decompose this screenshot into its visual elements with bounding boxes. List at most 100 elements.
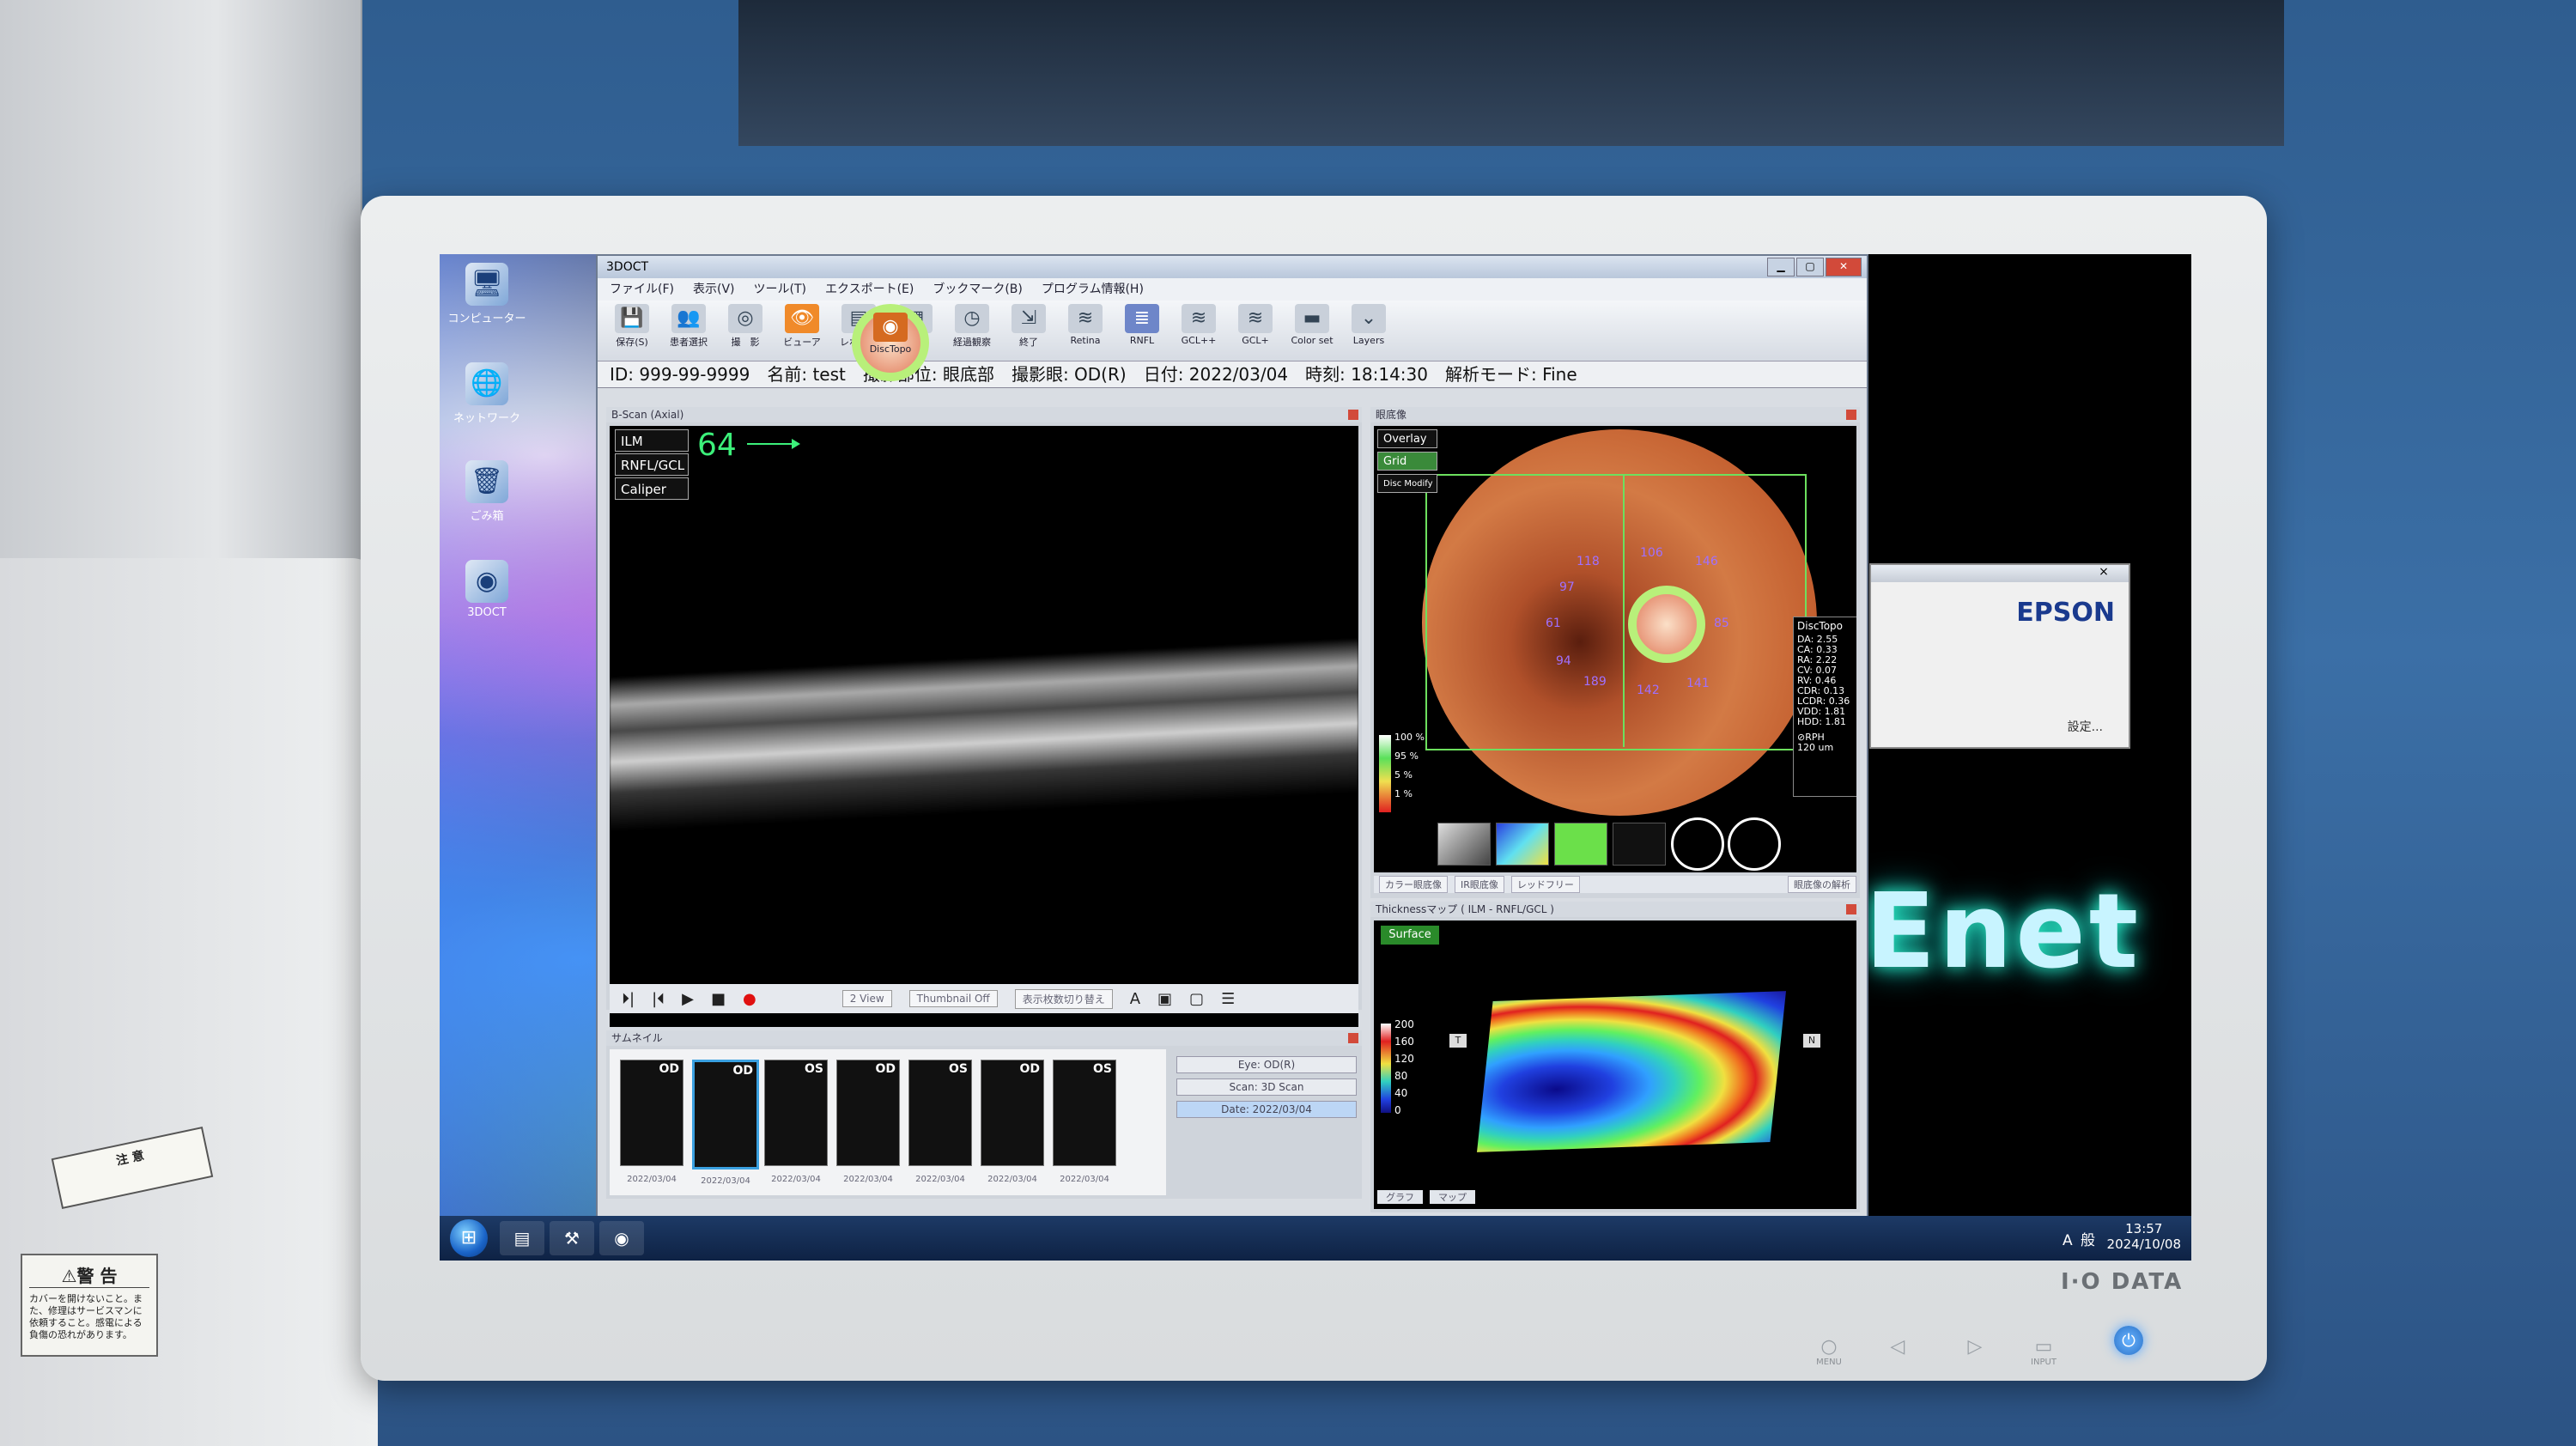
- thumbnail-title: サムネイル: [606, 1030, 1362, 1046]
- epson-close-button[interactable]: ×: [2091, 565, 2117, 580]
- retina-icon: ≋: [1068, 304, 1103, 333]
- mini-map-thumbnail[interactable]: [1496, 823, 1549, 866]
- tool-retina[interactable]: ≋ Retina: [1060, 304, 1111, 357]
- grid-button[interactable]: Grid: [1377, 452, 1437, 471]
- taskbar-explorer[interactable]: ▤: [500, 1221, 544, 1255]
- step-back-icon[interactable]: |⏴: [652, 990, 665, 1008]
- disc-modify-button[interactable]: Disc Modify: [1377, 474, 1437, 493]
- mini-circle-thumbnail[interactable]: [1613, 823, 1666, 866]
- tool-disctopo[interactable]: ◉ DiscTopo: [852, 304, 929, 381]
- mini-green-thumbnail[interactable]: [1554, 823, 1607, 866]
- menu-tools[interactable]: ツール(T): [754, 278, 806, 301]
- sector-value: 106: [1640, 546, 1663, 560]
- thickness-3d-map[interactable]: Surface T N 200 160 120 80 40 0 グラフ マップ: [1374, 920, 1856, 1209]
- patients-icon: 👥: [671, 304, 706, 333]
- monitor-brand: I·O DATA: [2061, 1269, 2184, 1295]
- left-button[interactable]: ◁: [1872, 1336, 1923, 1358]
- input-button[interactable]: ▭ INPUT: [2018, 1336, 2069, 1367]
- close-button[interactable]: ✕: [1826, 258, 1862, 276]
- wallpaper-logo: Enet: [1865, 872, 2142, 992]
- tab-red-free[interactable]: レッドフリー: [1510, 876, 1580, 893]
- tab-color-fundus[interactable]: カラー眼底像: [1379, 876, 1448, 893]
- frame2-icon[interactable]: ▢: [1189, 990, 1204, 1008]
- taskbar-3doct[interactable]: ◉: [599, 1221, 644, 1255]
- overlay-button[interactable]: Overlay: [1377, 429, 1437, 448]
- tab-graph[interactable]: グラフ: [1377, 1190, 1423, 1204]
- scale-value: 200: [1394, 1018, 1414, 1030]
- warning-title: ⚠警 告: [29, 1262, 149, 1288]
- system-tray[interactable]: A 般: [2063, 1228, 2097, 1249]
- display-count-select[interactable]: 表示枚数切り替え: [1014, 988, 1113, 1009]
- minimize-button[interactable]: ▁: [1767, 258, 1795, 276]
- thickness-pane: Thicknessマップ ( ILM - RNFL/GCL ) Surface …: [1370, 902, 1860, 1212]
- thumbnail-item[interactable]: OD 2022/03/04: [836, 1060, 900, 1184]
- tool-gclp[interactable]: ≋ GCL+: [1230, 304, 1281, 357]
- tool-save[interactable]: 💾 保存(S): [606, 304, 658, 357]
- menu-view[interactable]: 表示(V): [693, 278, 735, 301]
- maximize-button[interactable]: ▢: [1796, 258, 1824, 276]
- frame-icon[interactable]: ▣: [1157, 990, 1172, 1008]
- thumbnail-item[interactable]: OS 2022/03/04: [764, 1060, 828, 1184]
- tool-rnfl[interactable]: ≣ RNFL: [1116, 304, 1168, 357]
- tool-capture[interactable]: ◎ 撮 影: [720, 304, 771, 357]
- menu-export[interactable]: エクスポート(E): [825, 278, 914, 301]
- bscan-close-icon[interactable]: [1348, 410, 1358, 420]
- app-window-3doct: 3DOCT ▁ ▢ ✕ ファイル(F) 表示(V) ツール(T) エクスポート(…: [596, 254, 1868, 1219]
- two-view-button[interactable]: 2 View: [841, 990, 892, 1007]
- tab-map[interactable]: マップ: [1430, 1190, 1475, 1204]
- toolbar: 💾保存(S) 👥患者選択 ◎撮 影 👁ビューア ▤レポート ▦比較 ◷経過観察 …: [598, 301, 1867, 381]
- tool-patient-select[interactable]: 👥 患者選択: [663, 304, 714, 357]
- start-button[interactable]: ⊞: [450, 1219, 488, 1257]
- right-button[interactable]: ▷: [1949, 1336, 2001, 1358]
- menu-button[interactable]: ○ MENU: [1803, 1336, 1855, 1367]
- tab-fundus-analysis[interactable]: 眼底像の解析: [1788, 876, 1856, 893]
- tool-gclpp[interactable]: ≋ GCL++: [1173, 304, 1224, 357]
- tab-ir-fundus[interactable]: IR眼底像: [1455, 876, 1504, 893]
- mini-cross-thumbnail[interactable]: [1671, 817, 1724, 871]
- menu-program-info[interactable]: プログラム情報(H): [1042, 278, 1144, 301]
- scale-value: 0: [1394, 1104, 1401, 1116]
- desktop-icon-computer[interactable]: 🖥 コンピューター: [440, 263, 534, 325]
- layer-ilm-button[interactable]: ILM: [615, 429, 689, 452]
- mini-ir-thumbnail[interactable]: [1437, 823, 1491, 866]
- tool-viewer[interactable]: 👁 ビューア: [776, 304, 828, 357]
- thumbnail-item[interactable]: OD 2022/03/04: [981, 1060, 1044, 1184]
- 3doct-icon: ◉: [465, 560, 508, 603]
- thumbnail-item[interactable]: OS 2022/03/04: [1053, 1060, 1116, 1184]
- mini-radial-thumbnail[interactable]: [1728, 817, 1781, 871]
- tool-colorset[interactable]: ▬ Color set: [1286, 304, 1338, 357]
- fundus-image[interactable]: 118 106 146 97 61 85 94 189 142 141 Over…: [1374, 426, 1856, 872]
- play-icon[interactable]: ▶: [682, 990, 694, 1008]
- desktop-icon-recycle[interactable]: 🗑 ごみ箱: [440, 460, 534, 523]
- stop-icon[interactable]: ■: [711, 990, 726, 1008]
- thumbnail-off-button[interactable]: Thumbnail Off: [908, 990, 998, 1007]
- tool-layers[interactable]: ⌄ Layers: [1343, 304, 1394, 357]
- scan-grid-line: [1623, 474, 1625, 747]
- epson-settings-link[interactable]: 設定...: [2068, 718, 2103, 735]
- menu-bookmark[interactable]: ブックマーク(B): [933, 278, 1023, 301]
- font-icon[interactable]: A: [1130, 990, 1140, 1008]
- thumbnail-item[interactable]: OD 2022/03/04: [620, 1060, 683, 1184]
- tool-exit[interactable]: ⇲ 終了: [1003, 304, 1054, 357]
- taskbar-tools[interactable]: ⚒: [550, 1221, 594, 1255]
- thumbnail-item[interactable]: OS 2022/03/04: [908, 1060, 972, 1184]
- thumbnail-item[interactable]: OD 2022/03/04: [692, 1060, 759, 1186]
- desktop-icon-network[interactable]: 🌐 ネットワーク: [440, 362, 534, 425]
- step-forward-icon[interactable]: ⏵|: [622, 990, 635, 1008]
- fundus-close-icon[interactable]: [1846, 410, 1856, 420]
- colorbar-label: 100 %: [1394, 732, 1425, 743]
- desktop-icon-3doct[interactable]: ◉ 3DOCT: [440, 560, 534, 619]
- taskbar-clock[interactable]: 13:57 2024/10/08: [2107, 1221, 2181, 1252]
- menu-file[interactable]: ファイル(F): [610, 278, 674, 301]
- thumbnail-close-icon[interactable]: [1348, 1033, 1358, 1043]
- surface-button[interactable]: Surface: [1381, 926, 1439, 945]
- record-icon[interactable]: ●: [743, 990, 756, 1008]
- tool-followup[interactable]: ◷ 経過観察: [946, 304, 998, 357]
- thickness-close-icon[interactable]: [1846, 904, 1856, 914]
- power-button[interactable]: ⏻: [2114, 1326, 2143, 1355]
- bscan-image[interactable]: ILM RNFL/GCL Caliper 64: [610, 426, 1358, 1027]
- caliper-button[interactable]: Caliper: [615, 477, 689, 500]
- layer-rnfl-gcl-button[interactable]: RNFL/GCL: [615, 453, 689, 476]
- list-icon[interactable]: ☰: [1221, 990, 1235, 1008]
- epson-dialog: × EPSON 設定...: [1869, 563, 2130, 749]
